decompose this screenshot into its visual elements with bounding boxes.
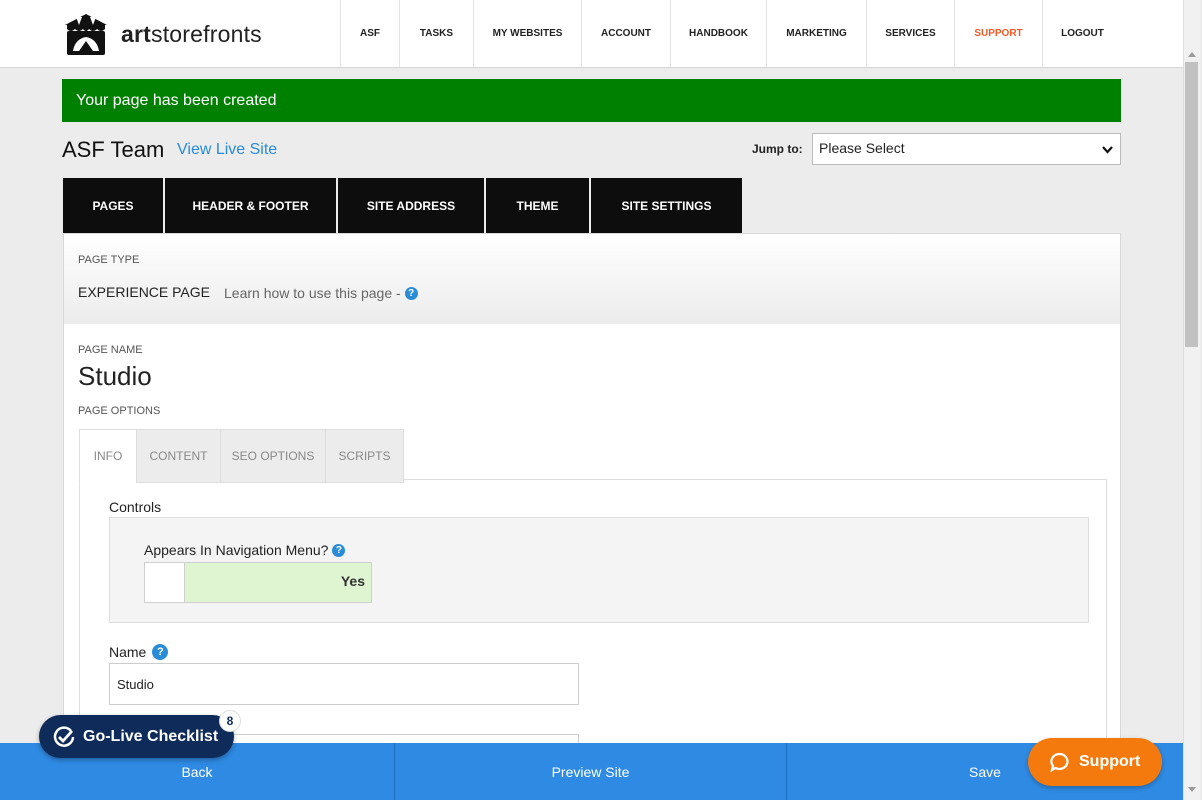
page-options-label: PAGE OPTIONS (78, 405, 161, 417)
page-name-value: Studio (78, 361, 152, 391)
jump-to-label: Jump to: (752, 142, 803, 156)
support-chat-button[interactable]: Support (1028, 738, 1162, 786)
scroll-down-arrow-icon[interactable] (1188, 787, 1196, 792)
top-header: artstorefronts ASF TASKS MY WEBSITES ACC… (0, 0, 1183, 68)
preview-site-button[interactable]: Preview Site (395, 743, 787, 800)
nav-services[interactable]: SERVICES (866, 0, 954, 67)
controls-box: Appears In Navigation Menu? ? Yes (109, 517, 1089, 623)
nav-logout[interactable]: LOGOUT (1042, 0, 1122, 67)
tab-info[interactable]: INFO (79, 429, 136, 483)
help-icon[interactable]: ? (404, 286, 418, 300)
checklist-count-badge: 8 (219, 710, 241, 732)
site-tabs: PAGES HEADER & FOOTER SITE ADDRESS THEME… (63, 178, 744, 233)
page-name-label: PAGE NAME (78, 344, 143, 356)
nav-account[interactable]: ACCOUNT (581, 0, 670, 67)
nav-menu-question: Appears In Navigation Menu? ? (144, 542, 346, 558)
name-field-label-text: Name (109, 644, 147, 660)
learn-link-text: Learn how to use this page - (224, 285, 401, 301)
storefront-logo-icon (65, 14, 107, 55)
tab-theme[interactable]: THEME (486, 178, 589, 233)
page-type-label: PAGE TYPE (78, 254, 140, 266)
help-icon[interactable]: ? (152, 644, 169, 660)
tab-seo-options[interactable]: SEO OPTIONS (220, 429, 325, 483)
tab-header-footer[interactable]: HEADER & FOOTER (165, 178, 336, 233)
nav-menu-question-text: Appears In Navigation Menu? (144, 542, 329, 558)
go-live-checklist-button[interactable]: Go-Live Checklist (39, 715, 234, 758)
tab-content[interactable]: CONTENT (136, 429, 220, 483)
nav-asf[interactable]: ASF (340, 0, 399, 67)
view-live-site-link[interactable]: View Live Site (177, 141, 277, 159)
page-type-value: EXPERIENCE PAGE (78, 284, 211, 300)
jump-to-value: Please Select (819, 140, 905, 156)
nav-handbook[interactable]: HANDBOOK (670, 0, 766, 67)
logo-text-rest: storefronts (151, 20, 262, 47)
page-options-tabs: INFO CONTENT SEO OPTIONS SCRIPTS (79, 429, 404, 483)
tab-pages[interactable]: PAGES (63, 178, 163, 233)
page-scrollbar[interactable] (1183, 0, 1200, 800)
support-label: Support (1079, 753, 1141, 770)
help-icon[interactable]: ? (332, 543, 346, 557)
name-field-label: Name ? (109, 644, 169, 660)
learn-link[interactable]: Learn how to use this page - ? (224, 285, 418, 301)
main-nav: ASF TASKS MY WEBSITES ACCOUNT HANDBOOK M… (340, 0, 1122, 67)
nav-tasks[interactable]: TASKS (399, 0, 473, 67)
toggle-knob[interactable] (145, 563, 185, 602)
controls-title: Controls (109, 499, 162, 515)
success-alert: Your page has been created (62, 79, 1121, 122)
nav-marketing[interactable]: MARKETING (766, 0, 866, 67)
chat-bubble-icon (1050, 752, 1069, 772)
scroll-up-arrow-icon[interactable] (1188, 52, 1196, 57)
check-circle-icon (53, 725, 75, 747)
tab-scripts[interactable]: SCRIPTS (325, 429, 404, 483)
logo-text: artstorefronts (121, 21, 262, 48)
site-name: ASF Team (62, 137, 165, 162)
logo-text-bold: art (121, 20, 152, 47)
chevron-down-icon (1102, 146, 1113, 154)
page-type-box: PAGE TYPE EXPERIENCE PAGE Learn how to u… (64, 234, 1120, 324)
checklist-label: Go-Live Checklist (83, 727, 219, 745)
nav-menu-toggle[interactable]: Yes (144, 562, 372, 603)
jump-to-select[interactable]: Please Select (812, 133, 1121, 165)
nav-my-websites[interactable]: MY WEBSITES (473, 0, 581, 67)
scroll-thumb[interactable] (1185, 62, 1198, 347)
name-input[interactable] (109, 663, 579, 705)
nav-support[interactable]: SUPPORT (954, 0, 1042, 67)
tab-site-settings[interactable]: SITE SETTINGS (591, 178, 742, 233)
tab-site-address[interactable]: SITE ADDRESS (338, 178, 484, 233)
logo[interactable]: artstorefronts (61, 11, 262, 57)
toggle-state: Yes (340, 573, 365, 589)
